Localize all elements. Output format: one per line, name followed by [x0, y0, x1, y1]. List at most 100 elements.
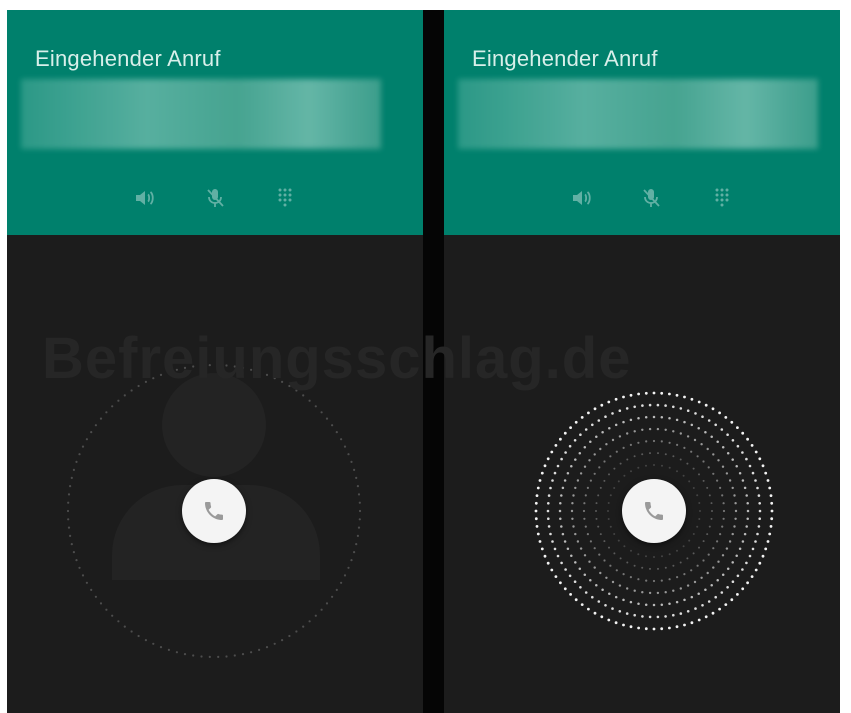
ring-dot: [702, 479, 705, 482]
ring-dot: [569, 593, 572, 596]
ring-dot: [698, 502, 701, 504]
ring-dot: [534, 509, 538, 513]
ring-dot: [559, 437, 562, 441]
ring-dot: [686, 435, 690, 438]
ring-dot: [682, 545, 685, 548]
ring-dot: [672, 405, 675, 409]
answer-call-button[interactable]: [182, 479, 246, 543]
ring-dot: [295, 630, 298, 633]
ring-dot: [652, 415, 656, 419]
ring-dot: [574, 561, 577, 564]
ring-dot: [676, 470, 678, 473]
ring-dot: [751, 471, 755, 475]
ring-dot: [538, 540, 542, 543]
ring-dot: [645, 464, 647, 467]
ring-dot: [325, 602, 329, 605]
ring-dot: [622, 395, 625, 399]
ring-dot: [645, 579, 648, 582]
ring-dot: [656, 403, 660, 407]
ring-dot: [668, 392, 671, 396]
ring-dot: [94, 424, 97, 427]
ring-dot: [600, 403, 604, 407]
ring-dot: [766, 479, 770, 482]
ring-dot: [741, 451, 744, 454]
ring-dot: [664, 428, 667, 431]
ring-dot: [758, 517, 761, 520]
ring-dot: [704, 403, 708, 407]
ring-dot: [573, 580, 577, 583]
ring-dot: [716, 540, 719, 543]
ring-dot: [697, 592, 700, 595]
ring-dot: [637, 578, 640, 581]
watermark-text: Befreiungsschlag.de: [42, 326, 632, 391]
ring-dot: [608, 473, 610, 476]
ring-dot: [559, 501, 562, 505]
ring-dot: [564, 568, 567, 571]
ring-dot: [350, 460, 353, 463]
ring-dot: [710, 583, 713, 587]
ring-dot: [308, 399, 311, 402]
ring-dot: [335, 431, 338, 434]
ring-dot: [748, 464, 752, 468]
ring-dot: [70, 543, 73, 546]
ring-dot: [758, 457, 762, 461]
ring-dot: [652, 603, 656, 607]
ring-dot: [597, 419, 601, 422]
ring-dot: [536, 532, 540, 536]
ring-dot: [692, 533, 695, 535]
ring-dot: [696, 494, 699, 497]
ring-dot: [724, 416, 728, 419]
ring-dot: [618, 584, 622, 587]
answer-call-button[interactable]: [622, 479, 686, 543]
ring-dot: [217, 655, 220, 659]
ring-dot: [668, 466, 671, 469]
ring-dot: [574, 458, 577, 461]
ring-dot: [712, 453, 715, 456]
ring-dot: [94, 595, 97, 598]
ring-dot: [604, 415, 607, 419]
ring-dot: [584, 525, 587, 528]
ring-dot: [81, 445, 85, 448]
ring-dot: [67, 518, 70, 521]
ring-dot: [686, 557, 689, 560]
ring-dot: [626, 432, 629, 435]
ring-dot: [721, 525, 724, 528]
ring-dot: [535, 525, 539, 528]
ring-dot: [644, 416, 648, 419]
ring-dot: [200, 655, 203, 658]
ring-dot: [90, 431, 93, 434]
ring-dot: [600, 615, 604, 619]
ring-dot: [580, 603, 584, 606]
ring-dot: [653, 556, 655, 558]
ring-dot: [563, 479, 567, 482]
ring-dot: [69, 485, 72, 488]
ring-dot: [711, 510, 713, 512]
ring-dot: [570, 554, 573, 557]
ring-dot: [350, 559, 353, 562]
ring-dot: [720, 591, 724, 594]
ring-dot: [570, 465, 573, 468]
ring-dot: [584, 591, 588, 594]
ring-dot: [633, 455, 636, 458]
ring-dot: [724, 603, 728, 606]
ring-dot: [611, 412, 614, 415]
ring-dot: [641, 453, 644, 456]
phone-icon: [645, 502, 663, 520]
ring-dot: [745, 457, 748, 461]
ring-dot: [613, 467, 616, 470]
ring-dot: [591, 423, 594, 427]
ring-dot: [560, 525, 563, 528]
ring-dot: [67, 501, 70, 504]
ring-dot: [117, 620, 120, 623]
ring-dot: [549, 532, 552, 536]
ring-dot: [644, 627, 648, 631]
ring-dot: [707, 419, 711, 422]
ring-dot: [175, 651, 178, 654]
ring-dot: [707, 600, 711, 603]
ring-dot: [593, 566, 596, 569]
ring-dot: [641, 591, 644, 594]
ring-dot: [563, 540, 567, 543]
ring-dot: [579, 547, 583, 550]
ring-dot: [672, 589, 675, 592]
ring-dot: [540, 547, 544, 551]
